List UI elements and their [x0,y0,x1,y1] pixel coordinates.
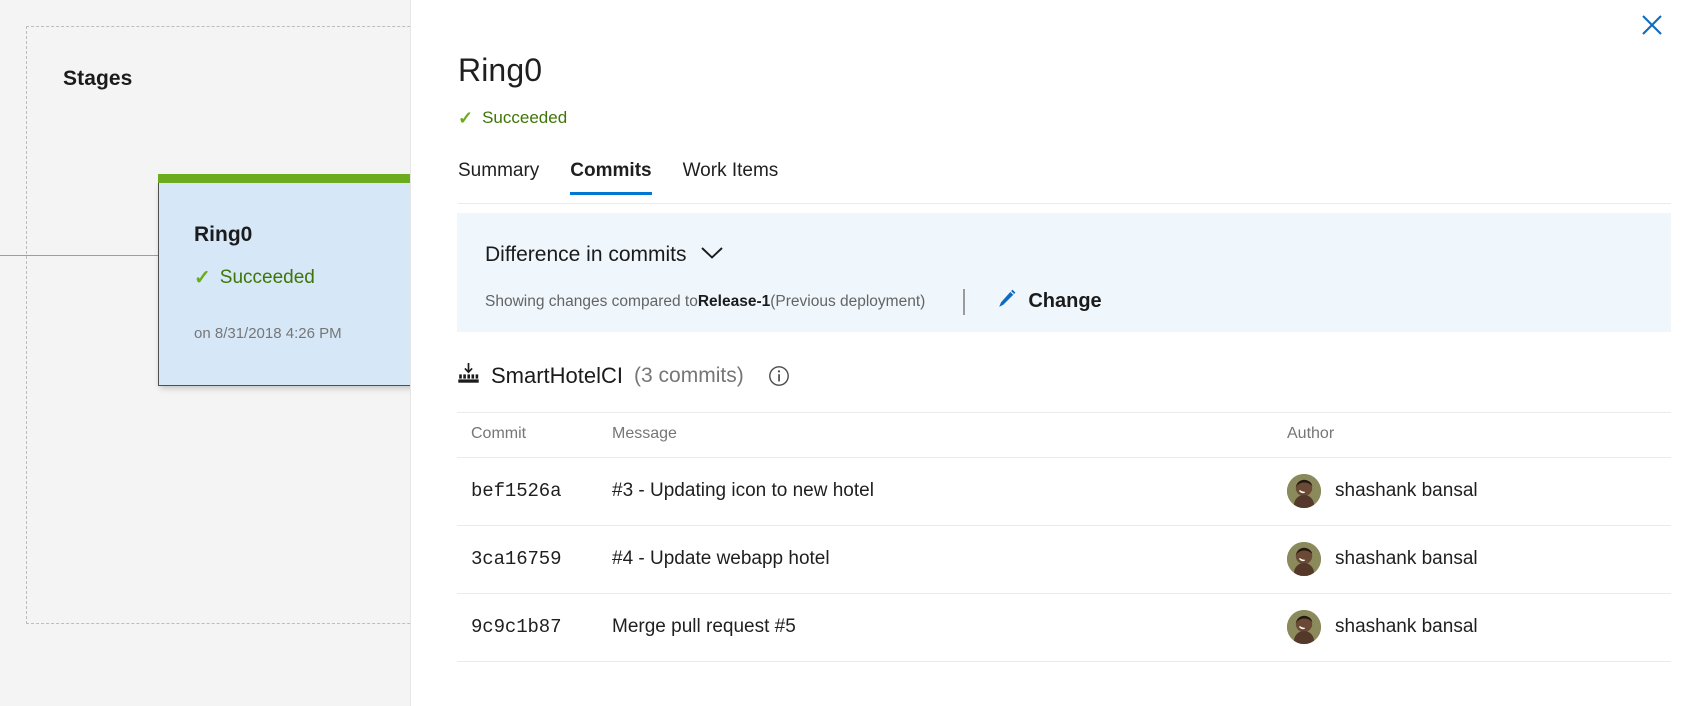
page-title: Ring0 [458,52,543,88]
column-header-message: Message [612,412,1287,458]
difference-in-commits-banner: Difference in commits Showing changes co… [457,213,1671,332]
avatar [1287,542,1321,576]
table-row[interactable]: 9c9c1b87 Merge pull request #5 shashank … [457,593,1671,662]
avatar [1287,474,1321,508]
column-header-commit: Commit [457,412,612,458]
commit-id[interactable]: bef1526a [457,457,612,526]
commits-table: Commit Message Author bef1526a #3 - Upda… [457,412,1671,662]
divider [963,288,966,315]
stage-card-status-bar [158,174,410,183]
artifact-commit-count: (3 commits) [634,364,744,387]
commit-id[interactable]: 3ca16759 [457,525,612,594]
stage-card-name: Ring0 [194,223,253,246]
commit-message: #4 - Update webapp hotel [612,525,1287,594]
commit-message: Merge pull request #5 [612,593,1287,662]
author-name: shashank bansal [1335,480,1478,501]
check-icon: ✓ [458,108,474,128]
difference-heading: Difference in commits [485,243,687,266]
author-name: shashank bansal [1335,616,1478,637]
showing-changes-suffix: (Previous deployment) [770,292,926,310]
chevron-down-icon [699,243,725,267]
tab-summary[interactable]: Summary [458,160,539,195]
table-row[interactable]: bef1526a #3 - Updating icon to new hotel [457,457,1671,526]
panel-status-label: Succeeded [482,108,568,127]
difference-subtext: Showing changes compared to Release-1 (P… [485,287,1102,316]
compare-target: Release-1 [697,292,771,310]
avatar [1287,610,1321,644]
change-compare-button[interactable]: Change [995,287,1102,316]
commit-author: shashank bansal [1287,457,1671,526]
tab-work-items[interactable]: Work Items [683,160,779,195]
stage-card-status: ✓ Succeeded [194,267,315,289]
showing-changes-prefix: Showing changes compared to [485,292,698,310]
pipeline-canvas: Stages Ring0 ✓ Succeeded on 8/31/2018 4:… [0,0,410,706]
check-icon: ✓ [194,267,211,289]
tab-commits[interactable]: Commits [570,160,652,195]
pencil-icon [995,287,1018,316]
commits-table-head: Commit Message Author [457,412,1671,458]
close-icon [1639,12,1665,38]
commit-id[interactable]: 9c9c1b87 [457,593,612,662]
release-stage-view: Stages Ring0 ✓ Succeeded on 8/31/2018 4:… [0,0,1690,706]
tab-list: Summary Commits Work Items [458,160,1671,204]
info-circle-icon[interactable] [768,365,790,387]
stage-detail-panel: Ring0 ✓ Succeeded Summary Commits Work I… [410,0,1690,706]
change-label: Change [1028,290,1102,312]
author-name: shashank bansal [1335,548,1478,569]
stage-card-timestamp: on 8/31/2018 4:26 PM [194,325,342,342]
panel-status: ✓ Succeeded [458,108,567,128]
artifact-name: SmartHotelCI [491,363,624,388]
close-panel-button[interactable] [1632,6,1672,44]
commit-author: shashank bansal [1287,593,1671,662]
table-row[interactable]: 3ca16759 #4 - Update webapp hotel shasha… [457,525,1671,594]
commits-table-header-row: Commit Message Author [457,412,1671,458]
artifact-download-icon [457,362,480,390]
difference-in-commits-toggle[interactable]: Difference in commits [485,243,725,267]
commit-message: #3 - Updating icon to new hotel [612,457,1287,526]
stages-heading: Stages [63,67,133,90]
column-header-author: Author [1287,412,1671,458]
artifact-header: SmartHotelCI (3 commits) [457,362,790,390]
stage-card-status-label: Succeeded [219,267,315,288]
stage-card-ring0[interactable]: Ring0 ✓ Succeeded on 8/31/2018 4:26 PM [158,174,410,386]
commits-table-body: bef1526a #3 - Updating icon to new hotel [457,457,1671,662]
commit-author: shashank bansal [1287,525,1671,594]
